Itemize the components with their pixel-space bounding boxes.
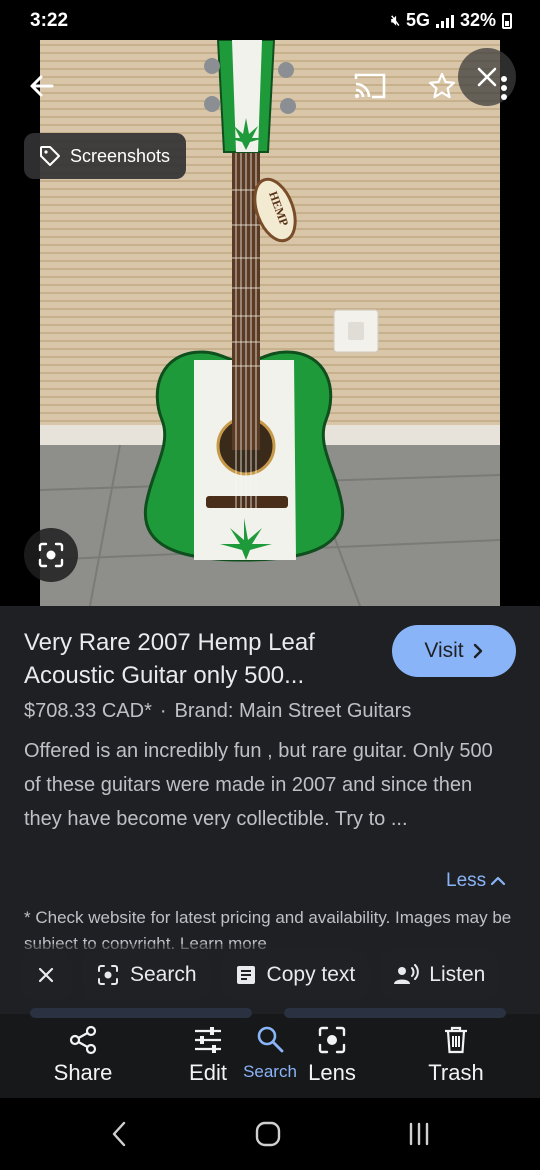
share-button[interactable]: Share [50,1024,116,1086]
lens-icon [318,1026,346,1054]
screenshots-album-chip[interactable]: Screenshots [24,133,187,179]
visit-button[interactable]: Visit [392,625,516,677]
close-icon [38,967,54,983]
lens-button[interactable]: Lens [306,1024,358,1086]
more-vert-icon [501,76,507,100]
search-chip-label: Search [130,963,197,986]
action-chip-row: Search Copy text Listen [0,944,540,1006]
status-time: 3:22 [30,10,69,31]
arrow-left-icon [30,75,54,97]
price-separator: · [159,700,167,722]
collapsed-sheet-hint [30,1008,252,1018]
status-indicators: 🔇︎ 5G 32% [391,10,512,31]
cast-button[interactable] [348,66,392,106]
search-icon [257,1026,284,1053]
nav-recents-button[interactable] [394,1114,444,1154]
recents-icon [409,1122,429,1146]
edit-label: Edit [189,1060,227,1085]
search-label: Search [243,1062,297,1081]
network-type: 5G [405,10,430,30]
guitar-photo: HEMP [0,40,540,606]
star-icon [428,72,456,99]
sliders-icon [195,1027,221,1053]
nav-home-button[interactable] [243,1114,293,1154]
trash-icon [445,1026,467,1054]
listen-chip[interactable]: Listen [379,950,500,1000]
home-icon [255,1121,281,1147]
screenshots-chip-label: Screenshots [70,145,171,166]
share-label: Share [53,1060,113,1085]
signal-icon [435,14,454,28]
mute-icon: 🔇︎ [391,12,400,28]
text-document-icon [236,966,255,984]
lens-search-icon [98,965,118,985]
search-button[interactable]: Search [240,1024,300,1082]
less-button[interactable]: Less [446,870,506,892]
copy-text-chip[interactable]: Copy text [220,950,370,1000]
lens-label: Lens [308,1060,356,1085]
status-bar: 3:22 🔇︎ 5G 32% [0,0,540,40]
share-icon [69,1025,97,1055]
chevron-up-icon [491,876,506,886]
collapsed-sheet-hint [284,1008,506,1018]
trash-button[interactable]: Trash [424,1024,488,1086]
search-chip[interactable]: Search [82,950,211,1000]
trash-label: Trash [428,1060,484,1085]
edit-button[interactable]: Edit [184,1024,232,1086]
pricing-disclaimer: * Check website for latest pricing and a… [24,908,512,949]
gallery-toolbar: Share Edit Search Lens Trash [0,1008,540,1098]
lens-float-button[interactable] [24,528,78,582]
back-button[interactable] [20,64,64,108]
chevron-left-icon [112,1121,126,1147]
visit-label: Visit [424,639,464,662]
lens-icon [38,542,64,568]
result-panel: Very Rare 2007 Hemp Leaf Acoustic Guitar… [0,606,540,1014]
more-options-button[interactable] [494,70,514,106]
cast-icon [354,73,386,99]
less-label: Less [446,870,487,891]
system-nav-bar [0,1098,540,1170]
result-title[interactable]: Very Rare 2007 Hemp Leaf Acoustic Guitar… [24,626,364,692]
nav-back-button[interactable] [94,1114,144,1154]
listen-icon [394,964,420,984]
image-viewer[interactable]: HEMP Screenshots [0,40,540,606]
battery-percent: 32% [459,10,496,30]
favorite-button[interactable] [420,64,464,108]
price: $708.33 CAD* [24,700,152,722]
copy-text-chip-label: Copy text [266,963,356,986]
price-row: $708.33 CAD* · Brand: Main Street Guitars [24,700,411,723]
dismiss-chip[interactable] [20,950,72,1000]
listen-chip-label: Listen [429,963,486,986]
result-description: Offered is an incredibly fun , but rare … [24,740,493,830]
chevron-right-icon [473,643,482,659]
brand: Brand: Main Street Guitars [174,700,412,722]
battery-icon [502,12,512,29]
tag-icon [40,146,60,166]
